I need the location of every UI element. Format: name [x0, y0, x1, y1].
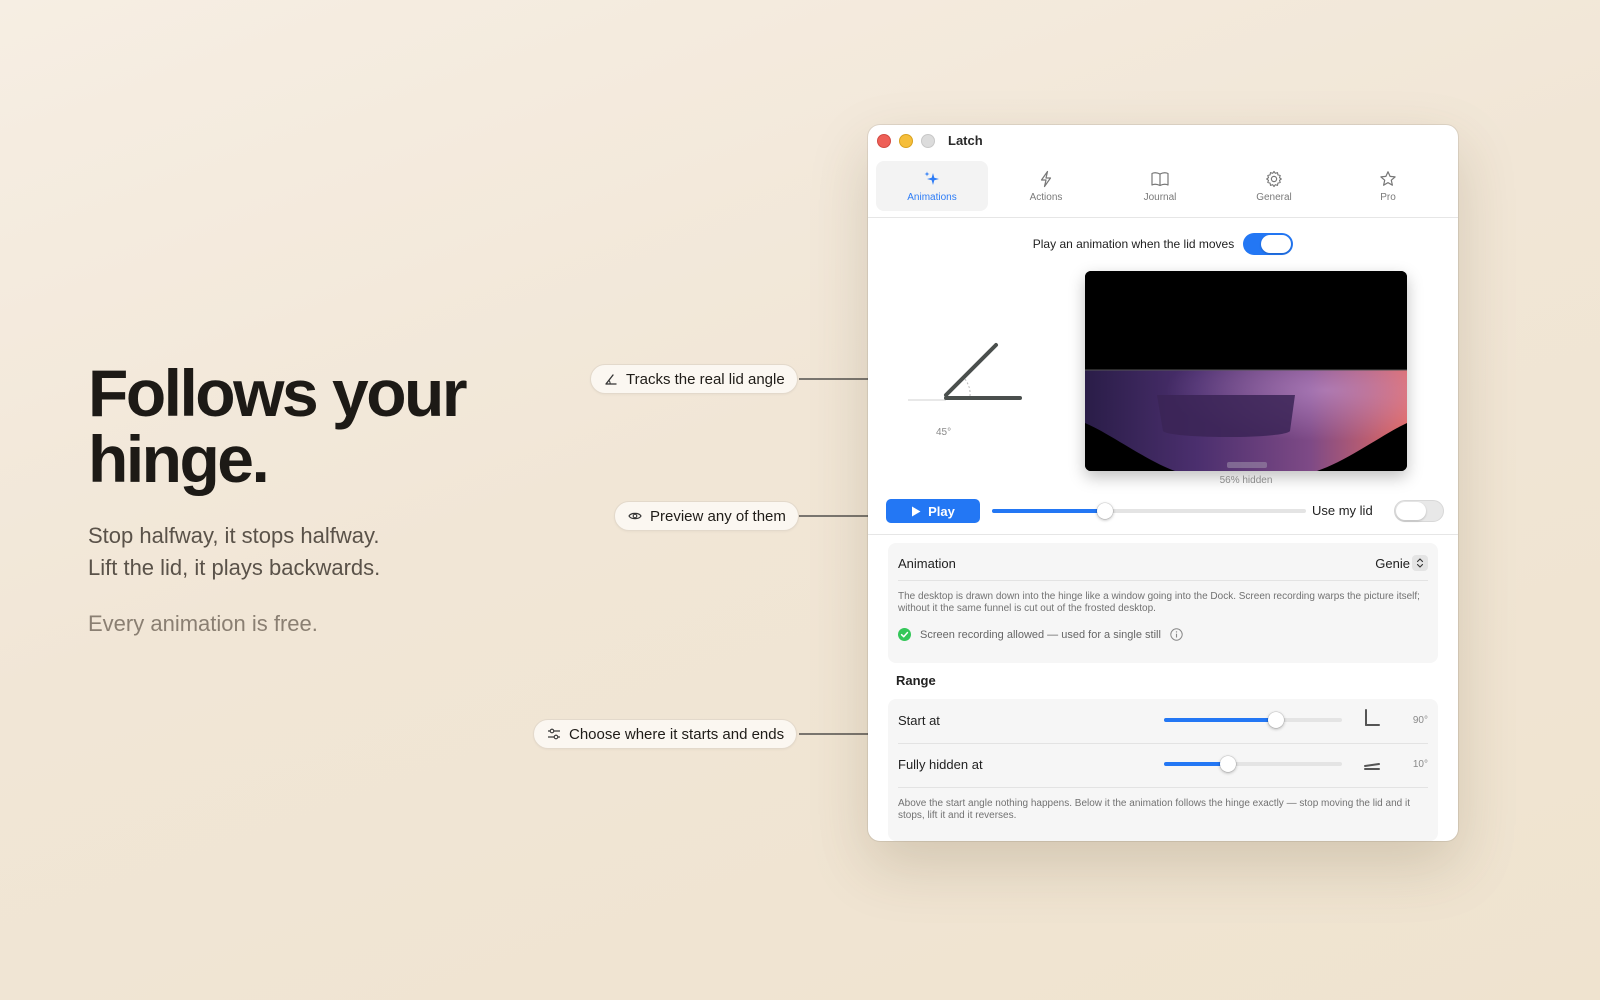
permission-status: Screen recording allowed — used for a si…	[898, 628, 1183, 641]
zoom-button[interactable]	[921, 134, 935, 148]
range-settings-group: Start at 90° Fully hidden at 10° Above t…	[888, 699, 1438, 841]
headline: Follows your hinge.	[88, 356, 468, 496]
subtitle-line-2: Lift the lid, it plays backwards.	[88, 555, 381, 580]
group-separator	[898, 787, 1428, 788]
fully-hidden-slider[interactable]	[1164, 756, 1342, 772]
free-note: Every animation is free.	[88, 611, 318, 636]
animation-select-stepper[interactable]	[1412, 555, 1428, 571]
tab-label: Pro	[1380, 191, 1396, 203]
range-heading: Range	[896, 673, 936, 688]
subtitle-line-1: Stop halfway, it stops halfway.	[88, 523, 380, 548]
use-my-lid-toggle[interactable]	[1394, 500, 1444, 522]
range-note: Above the start angle nothing happens. B…	[898, 798, 1410, 821]
closed-lid-icon	[1364, 763, 1380, 770]
tab-general[interactable]: General	[1218, 161, 1330, 211]
group-separator	[898, 580, 1428, 581]
play-animation-toggle[interactable]	[1243, 233, 1294, 255]
animation-select-value[interactable]: Genie	[1375, 556, 1410, 571]
tab-label: General	[1256, 191, 1292, 203]
play-button[interactable]: Play	[886, 499, 980, 523]
tab-animations[interactable]: Animations	[876, 161, 988, 211]
angle-icon	[605, 374, 617, 385]
star-icon	[1380, 170, 1396, 186]
animation-settings-group: Animation Genie The desktop is drawn dow…	[888, 543, 1438, 663]
animations-panel: Play an animation when the lid moves 45°	[868, 218, 1458, 841]
tab-label: Animations	[907, 191, 957, 203]
callout-label: Tracks the real lid angle	[626, 370, 785, 388]
start-at-label: Start at	[898, 713, 940, 728]
use-my-lid-label: Use my lid	[1312, 503, 1373, 518]
animation-label: Animation	[898, 556, 956, 571]
lid-angle-diagram	[908, 343, 1022, 401]
subtitle: Stop halfway, it stops halfway. Lift the…	[88, 520, 380, 584]
play-button-label: Play	[928, 503, 955, 519]
tab-label: Journal	[1143, 191, 1177, 203]
close-button[interactable]	[877, 134, 891, 148]
fully-hidden-degrees: 10°	[1412, 759, 1428, 770]
tab-actions[interactable]: Actions	[990, 161, 1102, 211]
scrubber-fill	[992, 509, 1106, 513]
minimize-button[interactable]	[899, 134, 913, 148]
slider-thumb[interactable]	[1220, 756, 1237, 772]
title-bar: Latch	[868, 125, 1458, 155]
tab-pro[interactable]: Pro	[1332, 161, 1444, 211]
permission-text: Screen recording allowed — used for a si…	[920, 628, 1161, 641]
play-animation-row: Play an animation when the lid moves	[868, 232, 1458, 256]
book-icon	[1151, 171, 1169, 186]
tab-bar: Animations Actions Journal General Pro	[868, 155, 1458, 218]
scrubber-thumb[interactable]	[1097, 503, 1114, 519]
bolt-icon	[1040, 170, 1052, 187]
start-at-slider[interactable]	[1164, 712, 1342, 728]
right-angle-lid-icon	[1365, 709, 1380, 726]
animation-description: The desktop is drawn down into the hinge…	[898, 591, 1420, 614]
callout-label: Preview any of them	[650, 507, 786, 525]
group-separator	[898, 743, 1428, 744]
info-icon[interactable]	[1170, 628, 1183, 641]
tab-label: Actions	[1029, 191, 1063, 203]
slider-fill	[1164, 762, 1229, 766]
fully-hidden-label: Fully hidden at	[898, 757, 983, 772]
slider-fill	[1164, 718, 1277, 722]
play-icon	[912, 506, 921, 516]
start-at-degrees: 90°	[1412, 715, 1428, 726]
eye-icon	[628, 512, 642, 520]
play-animation-label: Play an animation when the lid moves	[1032, 237, 1235, 251]
sliders-icon	[548, 728, 560, 740]
hidden-percentage: 56% hidden	[1219, 475, 1273, 486]
tab-journal[interactable]: Journal	[1104, 161, 1216, 211]
divider	[868, 534, 1458, 535]
gear-icon	[1266, 170, 1282, 187]
slider-thumb[interactable]	[1268, 712, 1285, 728]
chevron-updown-icon	[1416, 558, 1424, 568]
window-title: Latch	[948, 133, 983, 148]
callout-range: Choose where it starts and ends	[533, 719, 798, 749]
callout-label: Choose where it starts and ends	[569, 725, 785, 743]
checkmark-circle-icon	[898, 628, 911, 641]
preview-scrubber[interactable]	[992, 503, 1306, 519]
callout-preview: Preview any of them	[614, 501, 799, 531]
app-window: Latch Animations Actions Journal General…	[868, 125, 1458, 841]
preview-controls: Play Use my lid	[886, 499, 1444, 523]
callout-lid-angle: Tracks the real lid angle	[590, 364, 798, 394]
animation-preview	[1085, 271, 1407, 471]
sparkles-icon	[924, 171, 939, 185]
lid-angle-value: 45°	[936, 427, 952, 438]
